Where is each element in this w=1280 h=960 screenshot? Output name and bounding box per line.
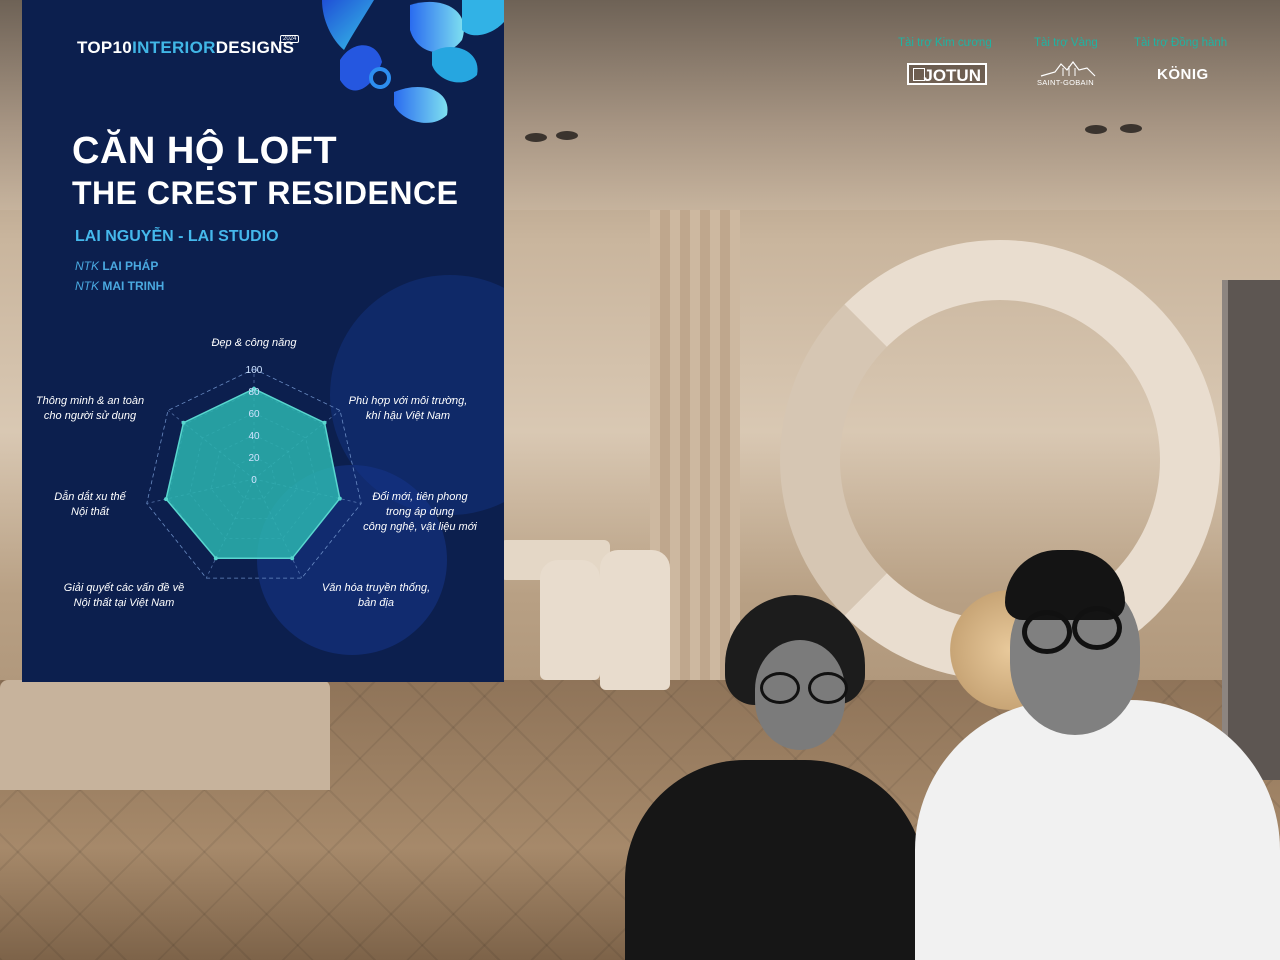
radar-axis-label-line: Văn hóa truyền thống, <box>322 582 430 594</box>
radar-axis-label-line: Thông minh & an toàn <box>36 395 144 407</box>
radar-axis-label: Đẹp & công năng <box>211 337 297 349</box>
radar-tick-label: 0 <box>251 475 257 486</box>
dining-chair <box>540 560 600 680</box>
radar-chart: 0 20 40 60 80 100 Đẹp & công năng Phù hợp với m… <box>36 337 478 609</box>
ceiling-light <box>1085 125 1107 134</box>
sponsor-label-diamond: Tài trợ Kim cương <box>898 37 992 49</box>
award-poster: TOP10INTERIORDESIGNS 2024 CĂN HỘ LOFT TH… <box>22 0 504 682</box>
saint-gobain-logo: SAINT-GOBAIN <box>1037 78 1094 87</box>
radar-point <box>322 420 327 425</box>
radar-axis-label-line: Nội thất tại Việt Nam <box>74 597 175 609</box>
radar-axis-label: Đổi mới, tiên phong trong áp dụng công ngh… <box>363 491 477 533</box>
sponsor-label-gold: Tài trợ Vàng <box>1034 37 1098 49</box>
radar-axis-label-line: công nghệ, vật liệu mới <box>363 521 477 533</box>
radar-axis-label-line: trong áp dụng <box>386 506 455 518</box>
radar-axis-label-line: bản địa <box>358 597 394 609</box>
glasses-icon <box>1022 610 1072 654</box>
glasses-icon <box>808 672 848 704</box>
radar-tick-label: 60 <box>248 409 260 420</box>
wine-fridge <box>1222 280 1280 780</box>
ceiling-light <box>525 133 547 142</box>
sofa <box>0 680 330 790</box>
glasses-icon <box>760 672 800 704</box>
radar-axis-label: Phù hợp với môi trường, khí hậu Việt Nam <box>349 395 468 422</box>
jotun-logo: JOTUN <box>907 63 987 85</box>
radar-axis-label: Thông minh & an toàn cho người sử dụng <box>36 395 144 422</box>
radar-point <box>181 420 186 425</box>
radar-axis-label-line: Đẹp & công năng <box>211 337 297 349</box>
radar-axis-label-line: Giải quyết các vấn đề về <box>64 582 184 594</box>
radar-tick-label: 40 <box>248 431 260 442</box>
radar-axis-label-line: Nội thất <box>71 506 110 518</box>
dining-chair <box>600 550 670 690</box>
radar-axis-label-line: Dẫn dắt xu thế <box>54 490 126 503</box>
konig-logo: KÖNIG <box>1157 66 1209 83</box>
radar-tick-label: 100 <box>246 365 263 376</box>
ceiling-light <box>1120 124 1142 133</box>
radar-tick-label: 80 <box>248 387 260 398</box>
radar-axis-label-line: cho người sử dụng <box>44 410 137 422</box>
radar-axis-label-line: Đổi mới, tiên phong <box>372 491 468 503</box>
person-left-body <box>625 760 925 960</box>
radar-axis-label: Dẫn dắt xu thế Nội thất <box>54 490 126 518</box>
radar-point <box>213 556 218 561</box>
jotun-mark-icon <box>913 68 925 81</box>
radar-axis-label-line: khí hậu Việt Nam <box>366 410 450 422</box>
radar-axis-label: Văn hóa truyền thống, bản địa <box>322 582 430 609</box>
ceiling-light <box>556 131 578 140</box>
radar-point <box>337 496 342 501</box>
sponsor-label-partner: Tài trợ Đồng hành <box>1134 37 1228 49</box>
person-right-body <box>915 700 1280 960</box>
glasses-icon <box>1072 606 1122 650</box>
radar-point <box>290 556 295 561</box>
radar-tick-label: 20 <box>248 453 260 464</box>
radar-point <box>164 497 169 502</box>
radar-axis-label-line: Phù hợp với môi trường, <box>349 395 468 407</box>
radar-axis-label: Giải quyết các vấn đề về Nội thất tại Việ… <box>64 582 184 609</box>
